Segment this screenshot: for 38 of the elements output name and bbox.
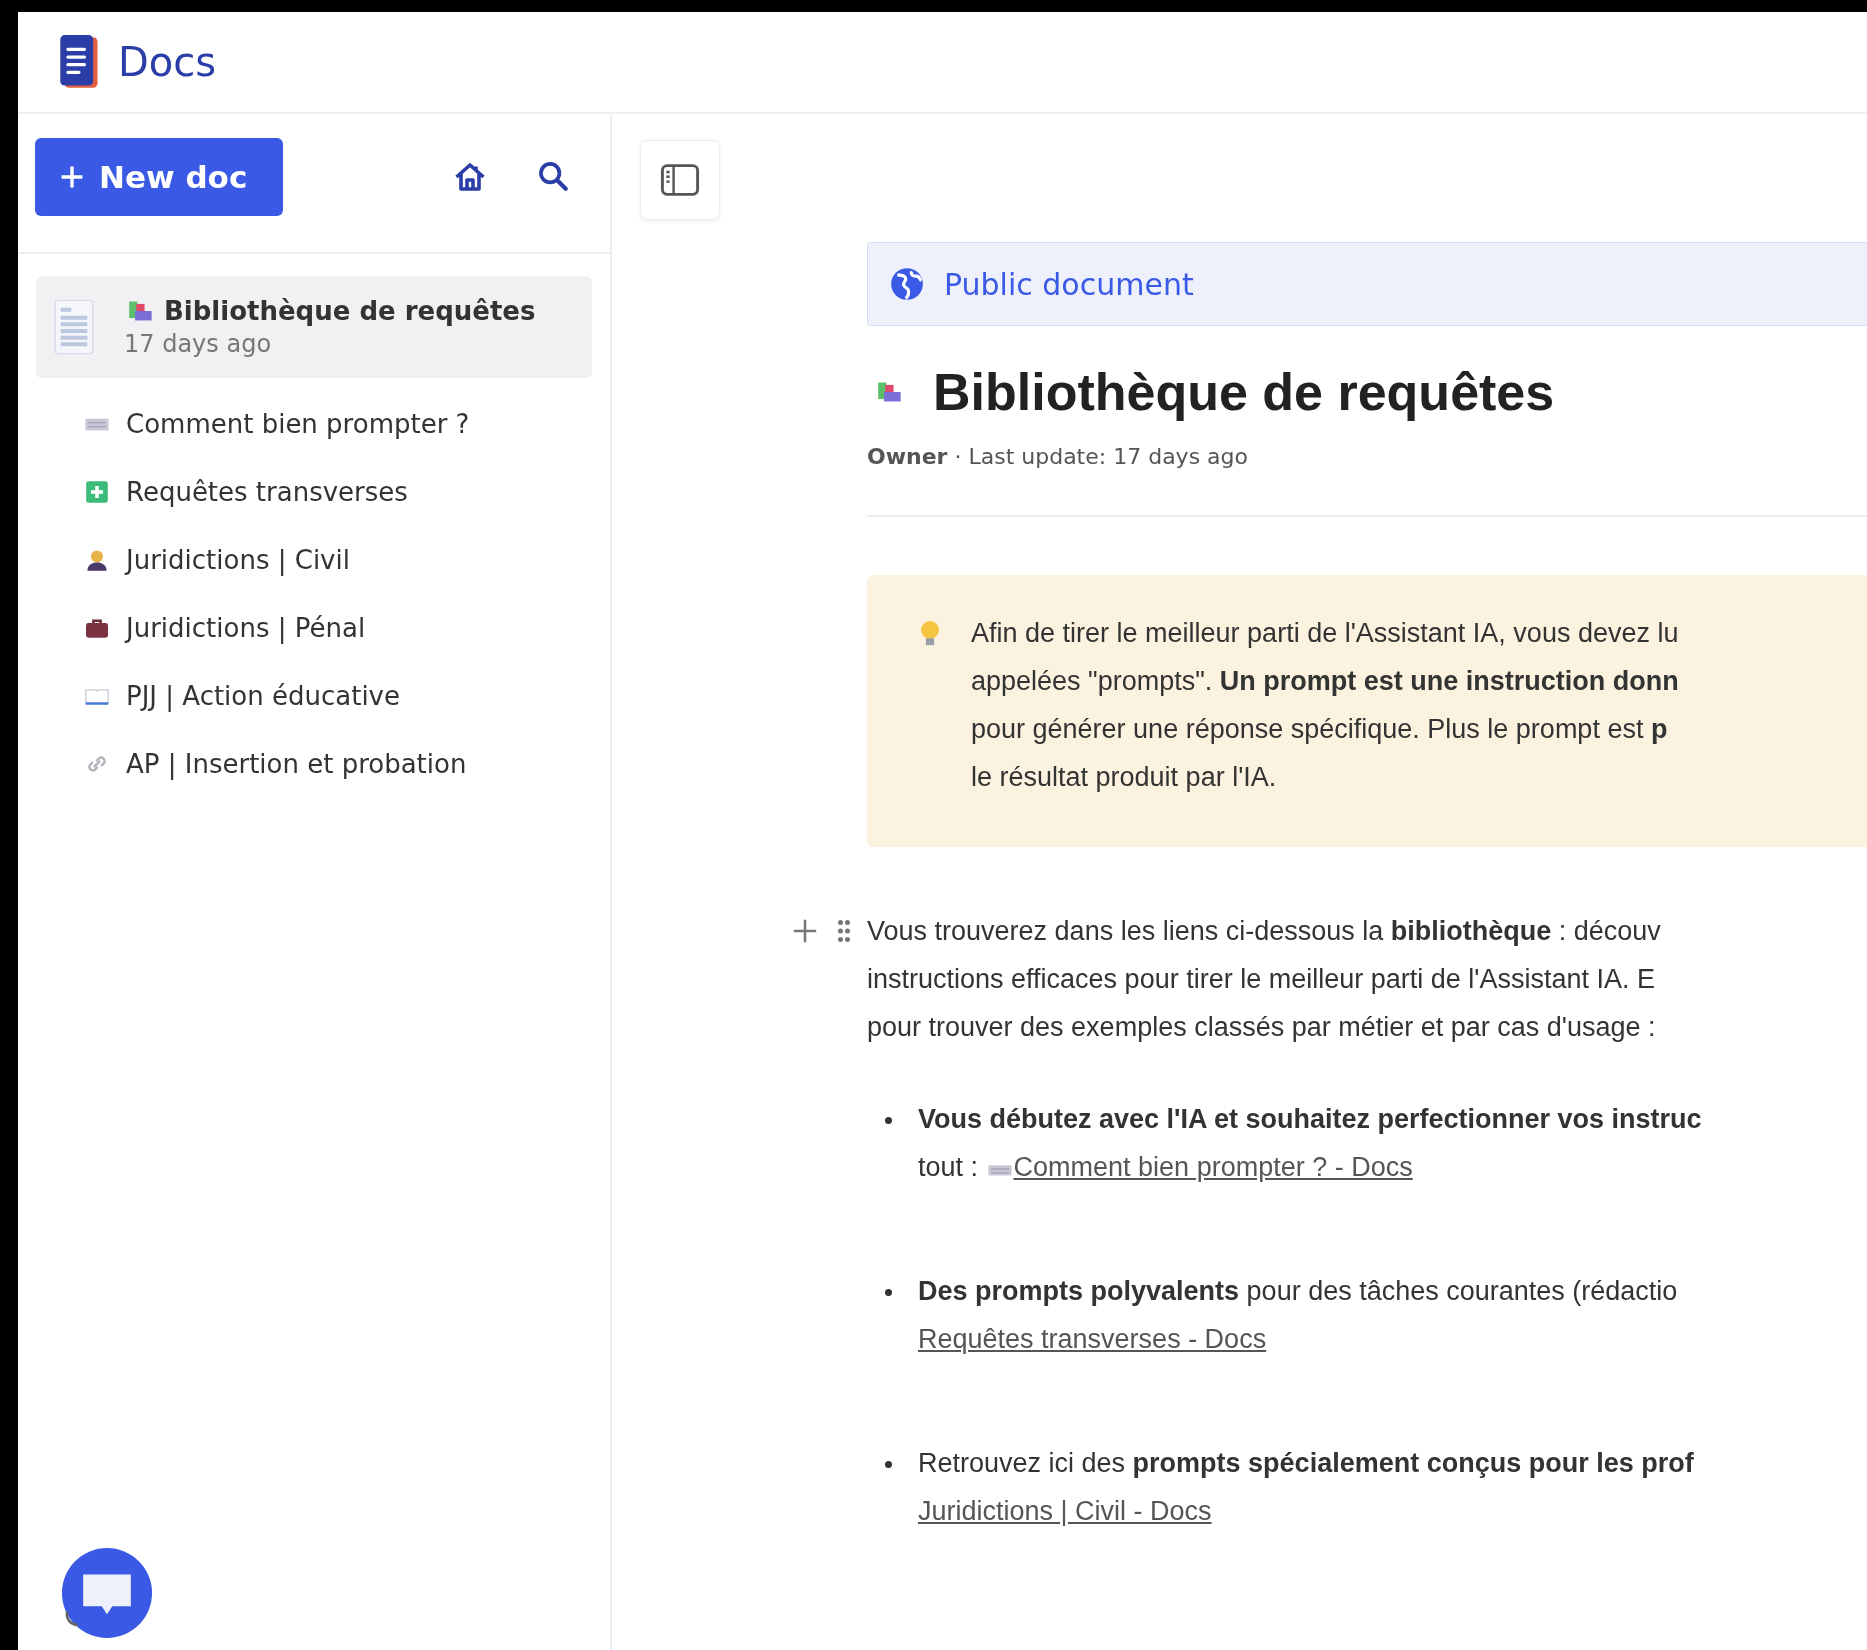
sidebar-item[interactable]: Comment bien prompter ?	[82, 390, 478, 458]
sidebar-toggle-button[interactable]	[640, 140, 720, 220]
bullet-point	[885, 1117, 892, 1124]
current-doc-item[interactable]: Bibliothèque de requêtes 17 days ago	[36, 276, 592, 378]
document-icon	[54, 299, 94, 355]
doc-updated: 17 days ago	[124, 330, 273, 358]
globe-icon	[888, 265, 926, 303]
book-icon	[84, 686, 110, 706]
document-meta: Owner · Last update: 17 days ago	[867, 444, 1249, 469]
new-doc-button[interactable]: New doc	[35, 138, 283, 216]
bullet-point	[885, 1461, 892, 1468]
sidebar-item[interactable]: Requêtes transverses	[82, 458, 416, 526]
intro-paragraph: Vous trouverez dans les liens ci-dessous la bibliothèque : découv instructions efficaces pour tirer le meilleur parti de l'Assistant IA. E pour trouver des exemples classés par métier et par cas d'usage :	[867, 915, 1662, 1044]
callout-text: Afin de tirer le meilleur parti de l'Assistant IA, vous devez lu appelées "prompts". Un prompt est une instruction donn pour générer une réponse spécifique. Plus le prompt est p le résultat produit par l'IA.	[971, 617, 1679, 794]
sidebar-item[interactable]: PJJ | Action éducative	[82, 662, 408, 730]
sidebar-item[interactable]: Juridictions | Pénal	[82, 594, 374, 662]
briefcase-icon	[84, 617, 110, 639]
list-item-text: Vous débutez avec l'IA et souhaitez perfectionner vos instruc tout : Comment bien prompter ? - Docs	[918, 1103, 1702, 1184]
bullet-point	[885, 1289, 892, 1296]
sidebar-item[interactable]: AP | Insertion et probation	[82, 730, 475, 798]
list-item-text: Retrouvez ici des prompts spécialement conçus pour les prof Juridictions | Civil - Docs	[918, 1447, 1694, 1528]
document-title: Bibliothèque de requêtes	[933, 362, 1555, 422]
sidebar-item[interactable]: Juridictions | Civil	[82, 526, 358, 594]
list-item-text: Des prompts polyvalents pour des tâches courantes (rédactio Requêtes transverses - Docs	[918, 1275, 1678, 1356]
person-icon	[85, 548, 109, 572]
app-name: Docs	[118, 39, 217, 85]
doc-title: Bibliothèque de requêtes	[164, 296, 536, 326]
document-link[interactable]: Requêtes transverses - Docs	[918, 1324, 1267, 1354]
document-link[interactable]: Comment bien prompter ? - Docs	[985, 1152, 1413, 1182]
books-icon	[877, 380, 903, 404]
document-link[interactable]: Juridictions | Civil - Docs	[918, 1496, 1212, 1526]
banner-text: Public document	[944, 266, 1194, 302]
drag-handle-icon[interactable]	[837, 917, 851, 945]
plus-icon	[59, 164, 85, 190]
sidebar-panel-icon	[660, 164, 700, 196]
books-icon	[128, 299, 154, 323]
plus-icon	[85, 480, 109, 504]
add-block-button[interactable]	[791, 917, 819, 945]
